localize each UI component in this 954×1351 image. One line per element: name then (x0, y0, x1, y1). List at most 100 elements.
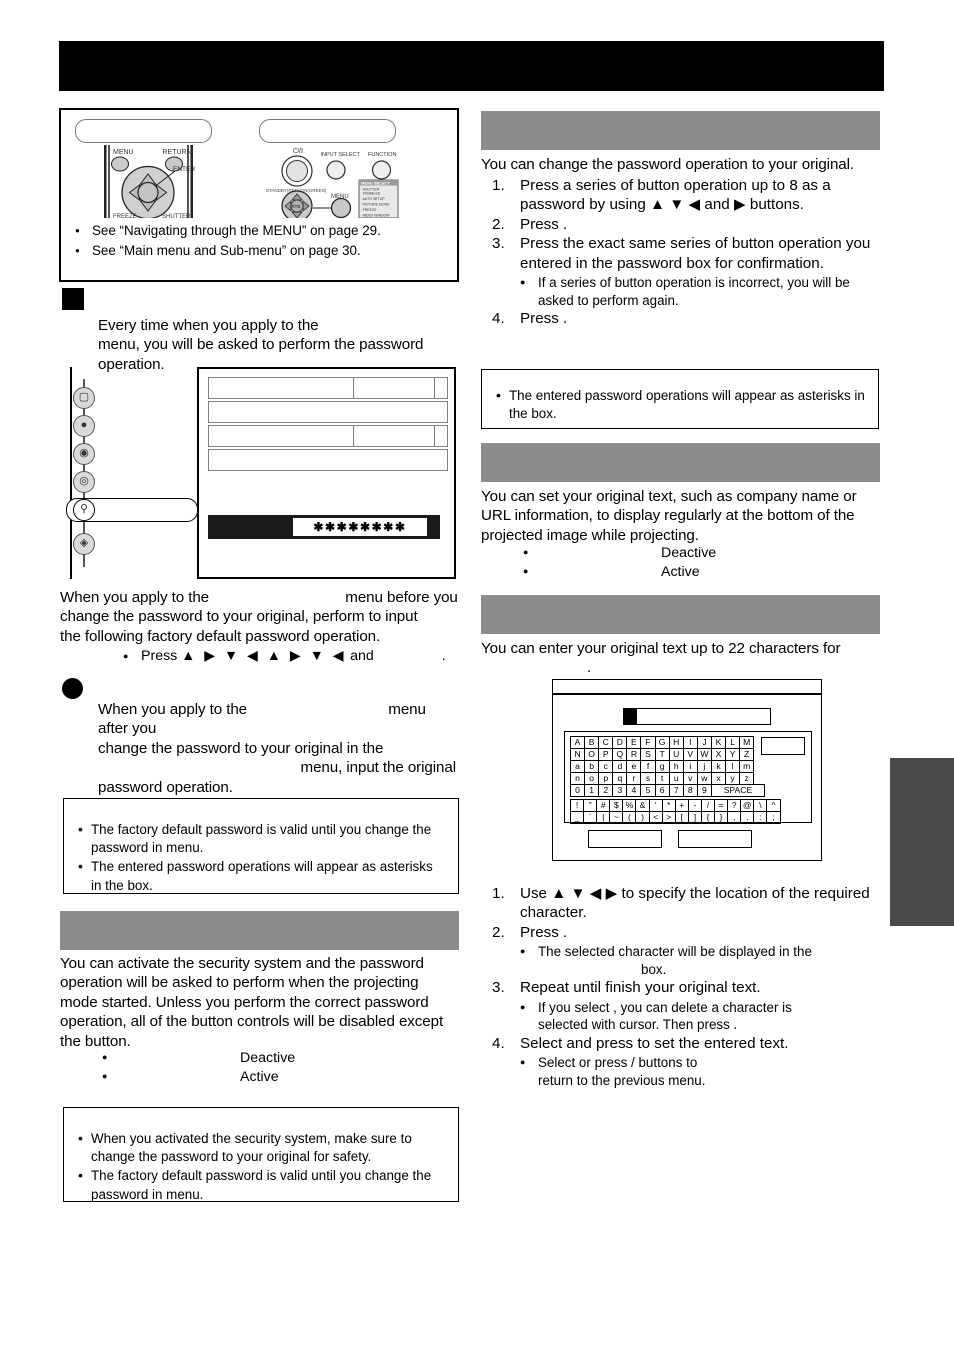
char-cell[interactable]: B (584, 736, 600, 749)
char-cell[interactable]: V (682, 748, 698, 761)
char-cell[interactable]: v (682, 772, 698, 785)
char-cell[interactable]: 7 (668, 784, 684, 797)
chargrid-symbol-table[interactable]: ! " # $ % & ' * + - / = ? @ \ ^ _ ` | ~ … (569, 799, 781, 824)
char-cell[interactable]: - (687, 799, 702, 812)
char-cell[interactable]: u (668, 772, 684, 785)
char-cell[interactable]: ^ (766, 799, 781, 812)
char-cell[interactable]: w (696, 772, 712, 785)
char-cell[interactable]: ? (727, 799, 742, 812)
char-cell[interactable]: _ (569, 811, 585, 824)
char-cell[interactable]: \ (753, 799, 768, 812)
char-cell[interactable]: 8 (682, 784, 698, 797)
char-cell[interactable]: Z (739, 748, 755, 761)
char-cell[interactable]: * (661, 799, 676, 812)
char-cell[interactable]: s (640, 772, 656, 785)
char-cell[interactable]: % (622, 799, 637, 812)
char-cell[interactable]: f (640, 760, 656, 773)
char-cell[interactable]: P (598, 748, 614, 761)
char-cell[interactable]: L (725, 736, 741, 749)
char-cell[interactable]: 5 (640, 784, 656, 797)
char-cell[interactable]: + (674, 799, 689, 812)
char-cell[interactable]: r (626, 772, 642, 785)
char-cell[interactable]: O (584, 748, 600, 761)
char-cell[interactable]: F (640, 736, 656, 749)
char-cell[interactable]: a (569, 760, 586, 773)
char-cell[interactable]: E (626, 736, 642, 749)
chargrid-side-box[interactable] (761, 737, 805, 755)
chargrid-button-left[interactable] (588, 830, 662, 848)
char-cell[interactable]: R (626, 748, 642, 761)
osd-password-field[interactable]: ✱✱✱✱✱✱✱✱ (293, 518, 427, 536)
char-cell[interactable]: H (668, 736, 684, 749)
char-cell[interactable]: ~ (609, 811, 624, 824)
char-cell[interactable]: A (569, 736, 586, 749)
char-cell[interactable]: x (710, 772, 727, 785)
char-cell[interactable]: D (612, 736, 628, 749)
char-cell[interactable]: 0 (569, 784, 586, 797)
osd-icon-language[interactable]: ◉ (73, 443, 95, 465)
section-b-option[interactable]: Active (102, 1067, 459, 1087)
char-cell[interactable]: . (740, 811, 755, 824)
chargrid-alpha-table[interactable]: A B C D E F G H I J K L M N O P Q R S T … (569, 736, 755, 785)
char-cell[interactable]: z (739, 772, 755, 785)
char-cell[interactable]: { (700, 811, 716, 824)
char-cell[interactable]: J (696, 736, 712, 749)
char-cell[interactable]: h (668, 760, 684, 773)
char-cell[interactable]: $ (609, 799, 624, 812)
osd-icon-picture[interactable]: ▢ (73, 387, 95, 409)
chargrid-button-right[interactable] (678, 830, 752, 848)
osd-icon-security-key[interactable]: ⚲ (73, 499, 95, 521)
char-cell[interactable]: > (661, 811, 676, 824)
char-cell[interactable]: T (654, 748, 670, 761)
char-cell[interactable]: # (596, 799, 611, 812)
char-cell[interactable]: , (727, 811, 742, 824)
osd-icon-display-option[interactable]: ◎ (73, 471, 95, 493)
char-cell[interactable]: = (714, 799, 729, 812)
char-cell[interactable]: | (596, 811, 611, 824)
char-cell[interactable]: k (710, 760, 727, 773)
char-cell[interactable]: y (725, 772, 741, 785)
char-cell[interactable]: ! (569, 799, 585, 812)
char-cell[interactable]: < (648, 811, 663, 824)
char-cell[interactable]: ` (583, 811, 598, 824)
char-cell[interactable]: Y (725, 748, 741, 761)
char-cell[interactable]: b (584, 760, 600, 773)
char-cell[interactable]: & (635, 799, 650, 812)
char-cell[interactable]: i (682, 760, 698, 773)
char-cell[interactable]: } (714, 811, 729, 824)
char-cell[interactable]: M (739, 736, 755, 749)
char-cell[interactable]: G (654, 736, 670, 749)
char-cell[interactable]: 3 (612, 784, 628, 797)
char-cell[interactable]: : (753, 811, 768, 824)
char-cell[interactable]: g (654, 760, 670, 773)
char-cell[interactable]: Q (612, 748, 628, 761)
char-cell[interactable]: ; (766, 811, 781, 824)
char-cell[interactable]: 6 (654, 784, 670, 797)
char-cell[interactable]: S (640, 748, 656, 761)
char-cell[interactable]: 2 (598, 784, 614, 797)
char-cell-space[interactable]: SPACE (710, 784, 765, 797)
osd-icon-network[interactable]: ◈ (73, 533, 95, 555)
char-cell[interactable]: @ (740, 799, 755, 812)
char-cell[interactable]: 4 (626, 784, 642, 797)
char-cell[interactable]: l (725, 760, 741, 773)
char-cell[interactable]: d (612, 760, 628, 773)
text-display-option[interactable]: Deactive (523, 543, 880, 563)
char-cell[interactable]: m (739, 760, 755, 773)
char-cell[interactable]: 9 (696, 784, 712, 797)
char-cell[interactable]: U (668, 748, 684, 761)
char-cell[interactable]: e (626, 760, 642, 773)
char-cell[interactable]: j (696, 760, 712, 773)
char-cell[interactable]: ( (622, 811, 637, 824)
char-cell[interactable]: ] (687, 811, 702, 824)
char-cell[interactable]: " (583, 799, 598, 812)
char-cell[interactable]: o (584, 772, 600, 785)
char-cell[interactable]: t (654, 772, 670, 785)
text-display-option[interactable]: Active (523, 562, 880, 582)
char-cell[interactable]: ' (648, 799, 663, 812)
char-cell[interactable]: C (598, 736, 614, 749)
char-cell[interactable]: 1 (584, 784, 600, 797)
char-cell[interactable]: X (710, 748, 727, 761)
char-cell[interactable]: q (612, 772, 628, 785)
char-cell[interactable]: c (598, 760, 614, 773)
